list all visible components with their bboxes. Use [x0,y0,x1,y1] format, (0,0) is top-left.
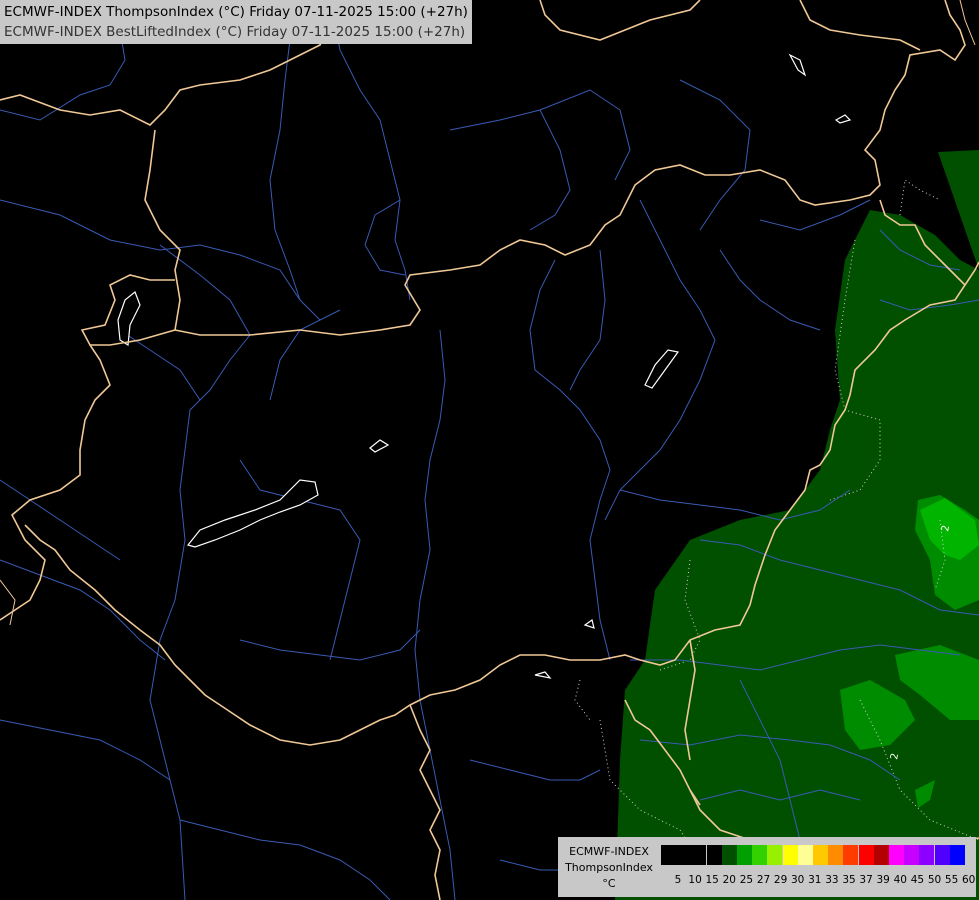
legend-swatch [843,845,859,865]
lake-balaton [186,479,319,548]
lake-tisza [644,349,680,389]
legend-title-line-2: ThompsonIndex [565,861,653,874]
legend-swatch [737,845,752,865]
legend-unit: °C [602,877,616,890]
legend-swatch [889,845,904,865]
legend-swatch [858,845,874,865]
weather-map: 2 2 [0,0,979,900]
legend-title-line-1: ECMWF-INDEX [569,845,649,858]
legend-swatch [919,845,935,865]
lake-neusiedl [117,291,141,347]
color-legend: ECMWF-INDEX ThompsonIndex °C 5 10 15 20 25 27… [558,837,976,897]
legend-swatch [813,845,828,865]
legend-tick-label: 60 [962,874,976,886]
legend-swatch [661,845,676,865]
legend-swatch [782,845,798,865]
legend-swatch [721,845,737,865]
lake-small-2 [583,618,595,629]
map-title-box: ECMWF-INDEX ThompsonIndex (°C) Friday 07… [0,0,472,44]
lake-north [788,53,807,77]
legend-swatch [873,845,889,865]
map-title-bestlifted: ECMWF-INDEX BestLiftedIndex (°C) Friday … [4,24,466,40]
legend-swatch [934,845,950,865]
legend-swatch [797,845,813,865]
legend-swatch [767,845,783,865]
lake-small [834,114,852,124]
legend-swatch [676,845,692,865]
legend-swatch [828,845,844,865]
legend-swatch [949,845,965,865]
legend-swatch [691,845,707,865]
legend-swatch [904,845,920,865]
lake-small-3 [534,671,552,679]
lake-velence [369,439,390,453]
map-title-thompson: ECMWF-INDEX ThompsonIndex (°C) Friday 07… [4,4,468,20]
legend-swatch [752,845,768,865]
legend-swatch [706,845,722,865]
